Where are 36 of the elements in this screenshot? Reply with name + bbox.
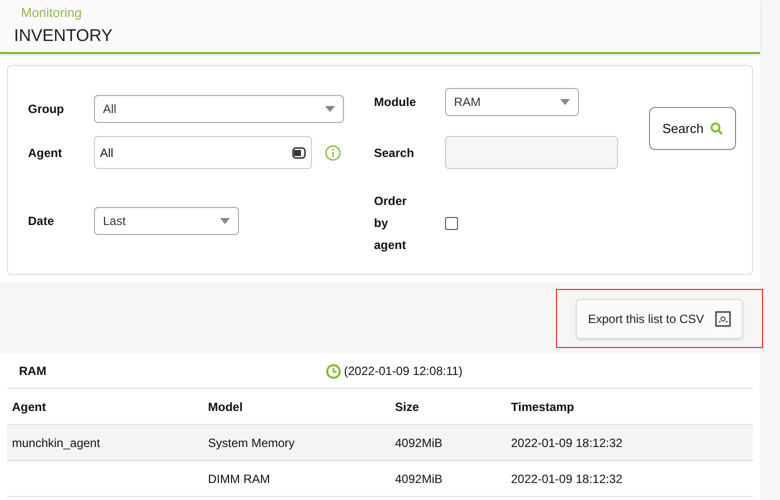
- caret-icon: [560, 99, 570, 105]
- module-dropdown[interactable]: RAM: [445, 88, 579, 116]
- clock-icon: [326, 364, 341, 378]
- search-button[interactable]: Search: [649, 107, 736, 150]
- field-label: Agent: [28, 144, 63, 162]
- field-label: Date: [28, 213, 56, 230]
- field-label: Module: [374, 94, 417, 111]
- eraser-icon: [292, 146, 306, 158]
- checkbox[interactable]: [445, 216, 458, 230]
- table-cell: 4092MiB: [395, 472, 442, 486]
- export-csv-button[interactable]: Export this list to CSV: [576, 298, 743, 338]
- table-cell: 2022-01-09 18:12:32: [511, 472, 622, 486]
- table-cell: 4092MiB: [395, 436, 442, 450]
- caret-icon: [325, 106, 335, 112]
- column-header[interactable]: Size: [395, 400, 420, 414]
- csv-icon: [715, 310, 732, 326]
- table-cell: System Memory: [208, 436, 295, 450]
- date-dropdown[interactable]: Last: [94, 207, 239, 235]
- field-label: Order by agent: [374, 193, 408, 254]
- table-cell: 2022-01-09 18:12:32: [511, 436, 622, 450]
- search-field[interactable]: [445, 136, 618, 169]
- agent-field[interactable]: All: [94, 136, 312, 169]
- column-header[interactable]: Model: [208, 400, 243, 414]
- timestamp-text: (2022-01-09 12:08:11): [344, 363, 463, 380]
- column-header[interactable]: Timestamp: [511, 400, 574, 414]
- page-title: INVENTORY: [14, 25, 113, 47]
- group-dropdown[interactable]: All: [94, 95, 344, 123]
- column-header[interactable]: Agent: [12, 400, 46, 414]
- table-cell: munchkin_agent: [12, 436, 100, 450]
- search-icon: [710, 122, 723, 135]
- field-label: Search: [374, 144, 416, 162]
- table-cell: DIMM RAM: [208, 472, 270, 486]
- field-label: Group: [28, 101, 65, 118]
- caret-icon: [220, 218, 230, 224]
- table-title: RAM: [19, 362, 46, 380]
- info-icon[interactable]: [325, 144, 341, 160]
